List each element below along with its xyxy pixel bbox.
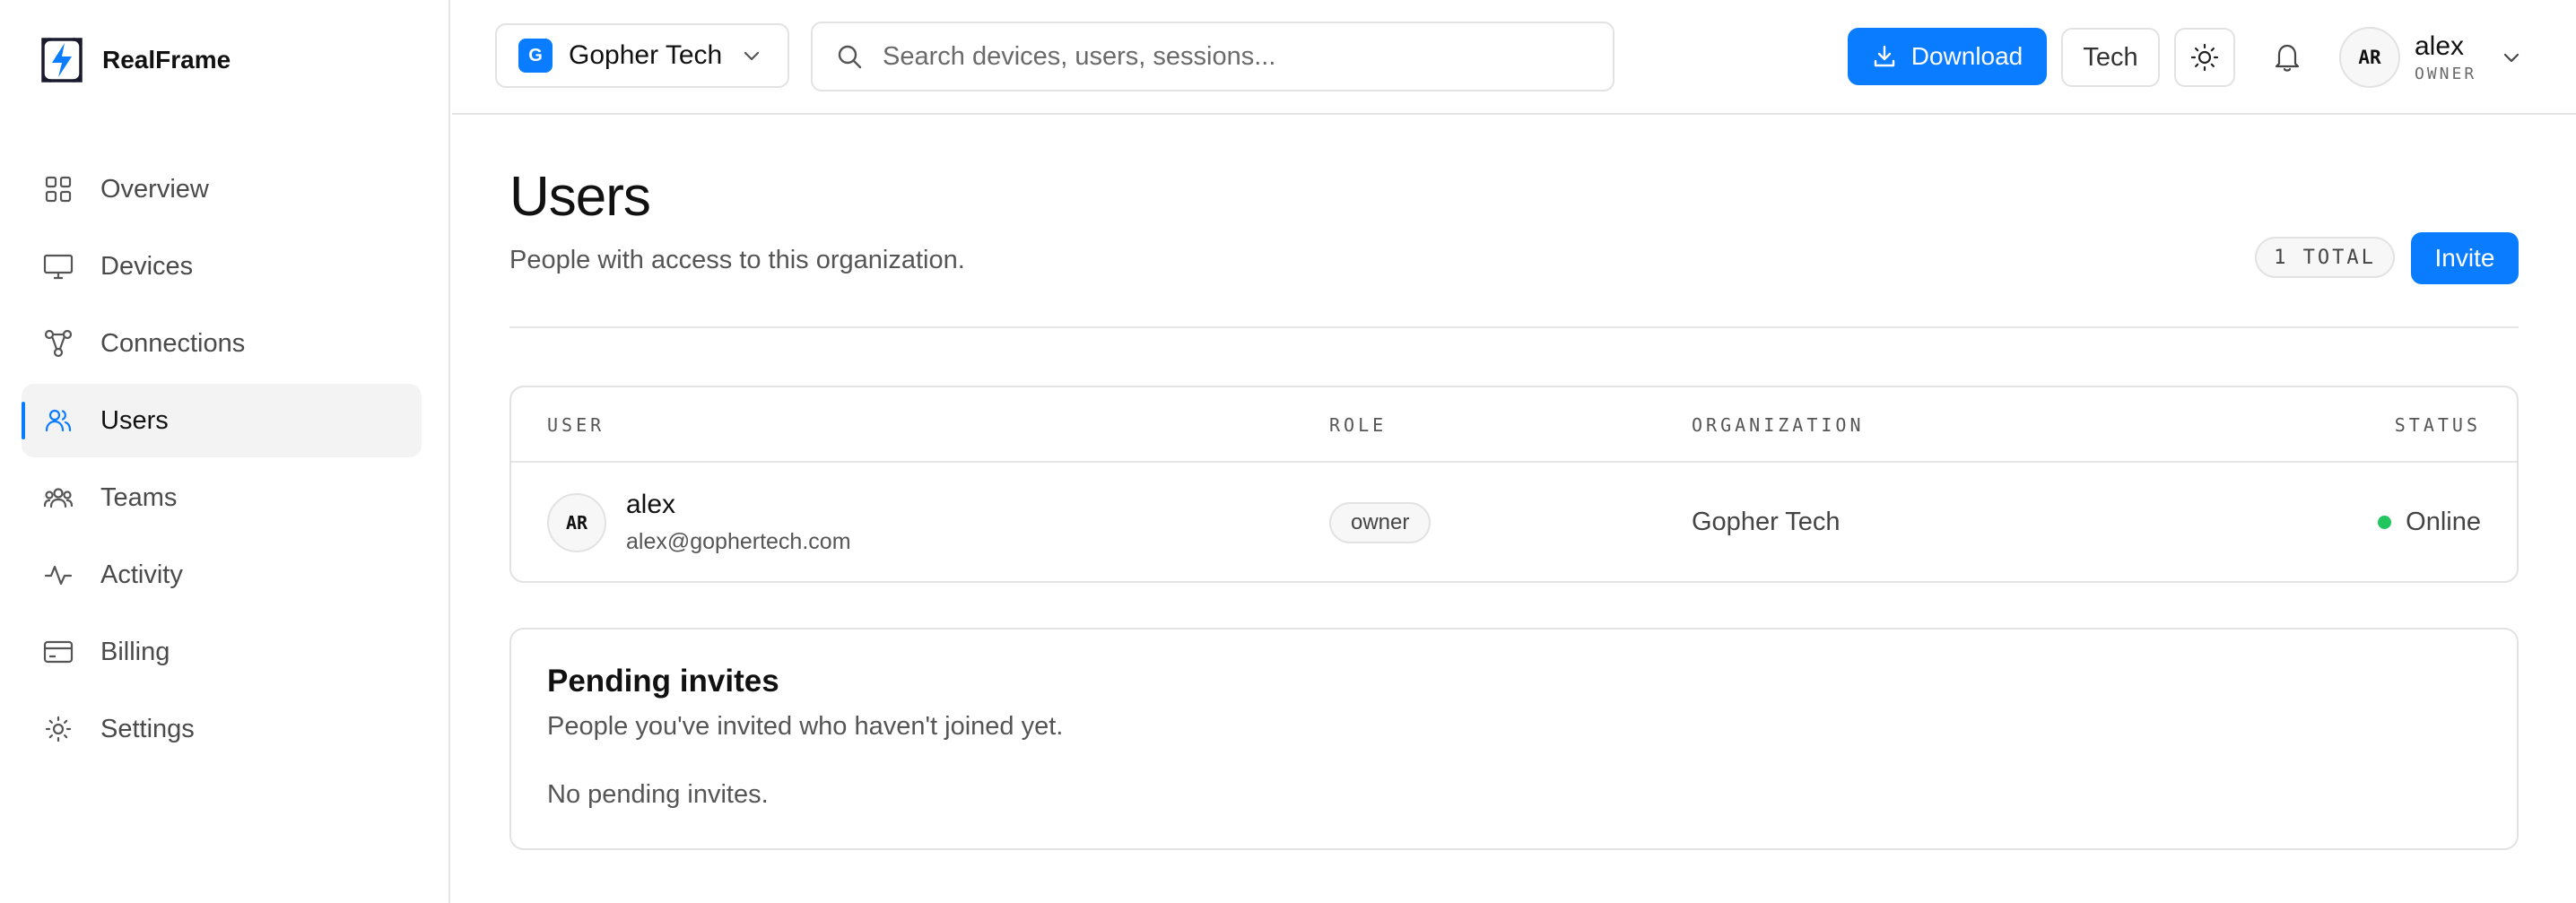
table-row[interactable]: AR alex alex@gophertech.com owner Gopher… — [511, 463, 2517, 581]
sidebar-item-teams[interactable]: Teams — [22, 461, 422, 534]
grid-icon — [43, 174, 74, 204]
column-header-status: STATUS — [2394, 414, 2481, 436]
chevron-down-icon — [2504, 53, 2519, 63]
column-header-role: ROLE — [1329, 414, 1388, 436]
org-switcher[interactable]: G Gopher Tech — [495, 23, 789, 88]
header-divider — [509, 326, 2519, 328]
user-name: alex — [2415, 30, 2465, 61]
user-email: alex@gophertech.com — [626, 529, 851, 554]
monitor-icon — [43, 251, 74, 282]
table-header: USER ROLE ORGANIZATION STATUS — [511, 387, 2517, 463]
sun-icon — [2190, 43, 2219, 72]
sidebar-item-label: Users — [100, 405, 169, 435]
notifications-button[interactable] — [2257, 28, 2318, 87]
search-icon — [838, 45, 862, 69]
sidebar-item-label: Overview — [100, 174, 209, 204]
pending-invites-empty-state: No pending invites. — [547, 780, 769, 809]
org-badge: G — [518, 39, 553, 73]
user-role: OWNER — [2415, 64, 2477, 83]
user-name: alex — [626, 490, 676, 519]
bell-icon — [2275, 44, 2300, 72]
pending-invites-title: Pending invites — [547, 664, 779, 699]
sidebar-item-label: Devices — [100, 251, 194, 281]
gear-icon — [43, 714, 74, 744]
pending-invites-subtitle: People you've invited who haven't joined… — [547, 712, 1064, 741]
sidebar-nav: Overview Devices Connections Users Teams — [22, 152, 422, 769]
status-text: Online — [2406, 508, 2481, 536]
download-button[interactable]: Download — [1848, 28, 2047, 85]
sidebar-item-overview[interactable]: Overview — [22, 152, 422, 226]
column-header-organization: ORGANIZATION — [1692, 414, 1865, 436]
sidebar-item-connections[interactable]: Connections — [22, 307, 422, 380]
status-indicator: Online — [2378, 508, 2481, 537]
sidebar-item-label: Settings — [100, 714, 195, 743]
download-label: Download — [1910, 42, 2023, 70]
invite-button[interactable]: Invite — [2411, 232, 2519, 284]
users-table: USER ROLE ORGANIZATION STATUS AR alex al… — [509, 386, 2519, 583]
avatar: AR — [2339, 27, 2400, 88]
total-count-badge: 1 TOTAL — [2255, 237, 2395, 278]
activity-icon — [43, 560, 74, 590]
user-menu[interactable]: AR alex OWNER — [2339, 20, 2521, 95]
chevron-down-icon — [744, 51, 760, 61]
search-bar[interactable] — [811, 22, 1614, 91]
users-icon — [43, 405, 74, 436]
sidebar-item-label: Activity — [100, 560, 183, 589]
avatar: AR — [547, 493, 606, 552]
sidebar-item-label: Billing — [100, 637, 170, 666]
sidebar: RealFrame Overview Devices Connections U… — [0, 0, 450, 903]
column-header-user: USER — [547, 414, 605, 436]
top-bar: G Gopher Tech Download Tech AR alex OWNE… — [452, 0, 2576, 115]
sidebar-item-devices[interactable]: Devices — [22, 230, 422, 303]
download-icon — [1874, 45, 1894, 67]
credit-card-icon — [43, 637, 74, 667]
page-title: Users — [509, 166, 651, 228]
page-subtitle: People with access to this organization. — [509, 246, 965, 274]
role-badge: owner — [1329, 502, 1432, 543]
realframe-logo-icon — [41, 38, 83, 82]
sidebar-item-users[interactable]: Users — [22, 384, 422, 457]
team-icon — [43, 482, 74, 513]
sidebar-item-label: Teams — [100, 482, 178, 512]
brand-name: RealFrame — [102, 46, 231, 74]
user-organization: Gopher Tech — [1692, 508, 1841, 536]
sidebar-item-billing[interactable]: Billing — [22, 615, 422, 689]
tech-button[interactable]: Tech — [2061, 28, 2160, 87]
org-name: Gopher Tech — [569, 40, 723, 70]
sidebar-item-activity[interactable]: Activity — [22, 538, 422, 612]
search-input[interactable] — [883, 41, 1582, 72]
sidebar-item-label: Connections — [100, 328, 246, 358]
sidebar-item-settings[interactable]: Settings — [22, 692, 422, 766]
connections-icon — [43, 328, 74, 359]
user-info: alex OWNER — [2415, 30, 2477, 83]
brand[interactable]: RealFrame — [38, 34, 231, 86]
online-status-dot-icon — [2378, 516, 2392, 529]
theme-toggle-button[interactable] — [2174, 28, 2235, 87]
pending-invites-card: Pending invites People you've invited wh… — [509, 628, 2519, 850]
